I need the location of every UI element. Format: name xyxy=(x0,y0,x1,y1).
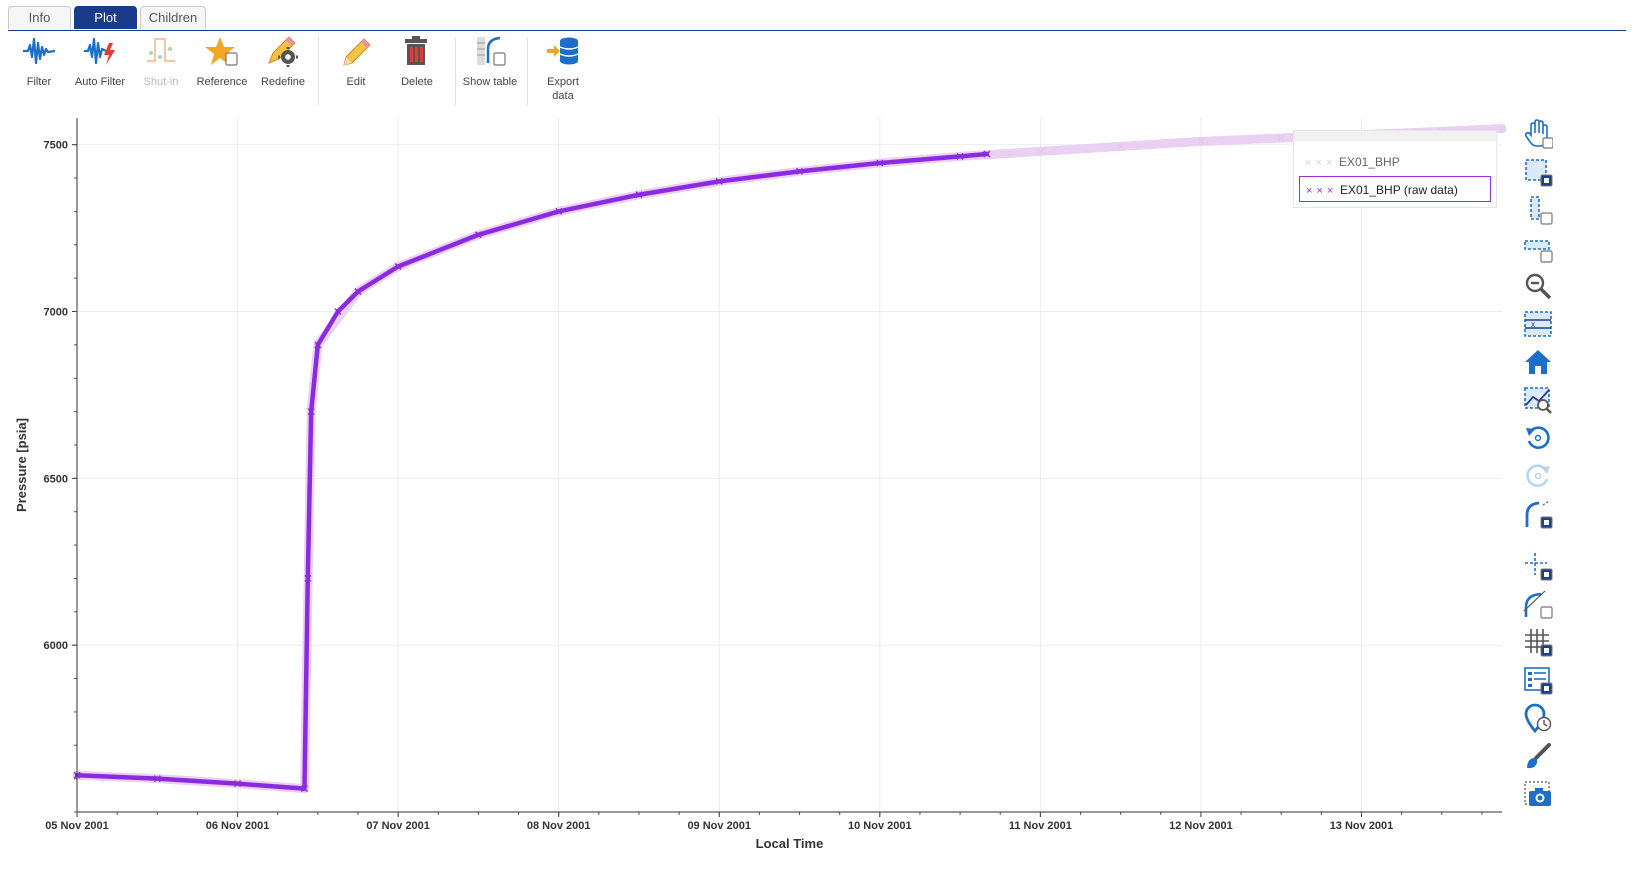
y-tick-label: 7000 xyxy=(44,307,68,319)
zoom-fit-tool-button[interactable] xyxy=(1520,382,1556,416)
series-line xyxy=(74,151,990,791)
shut-in-button[interactable]: Shut-in xyxy=(130,33,192,105)
pressure-chart[interactable]: 05 Nov 2001 06 Nov 2001 07 Nov 2001 08 Nov … xyxy=(0,110,1520,856)
pan-icon xyxy=(1524,119,1553,149)
brush-tool-button[interactable] xyxy=(1520,738,1556,772)
redo-icon xyxy=(1526,464,1550,487)
grid-tool-button[interactable] xyxy=(1520,624,1556,658)
delete-button[interactable]: Delete xyxy=(386,33,448,105)
home-tool-button[interactable] xyxy=(1520,344,1556,378)
brush-icon xyxy=(1527,743,1551,769)
auto-filter-icon xyxy=(84,37,115,65)
home-icon xyxy=(1525,350,1551,374)
toolbar-separator xyxy=(455,37,456,105)
zoom-out-tool-button[interactable] xyxy=(1520,268,1556,302)
trash-icon xyxy=(405,36,427,65)
x-zoom-tool-button[interactable] xyxy=(1520,192,1556,226)
shut-in-icon xyxy=(147,37,175,63)
x-axis-title: Local Time xyxy=(756,836,824,851)
box-zoom-tool-button[interactable] xyxy=(1520,154,1556,188)
tab-info[interactable]: Info xyxy=(8,6,71,29)
curve-select-tool-button[interactable] xyxy=(1520,496,1556,530)
x-tick-label: 07 Nov 2001 xyxy=(366,820,430,832)
tangent-tool-button[interactable] xyxy=(1520,586,1556,620)
pin-clock-icon xyxy=(1524,703,1552,733)
grid-icon xyxy=(1525,629,1553,657)
export-data-button[interactable]: Export data xyxy=(532,33,594,105)
undo-tool-button[interactable] xyxy=(1520,420,1556,454)
x-tick-label: 10 Nov 2001 xyxy=(848,820,912,832)
box-zoom-icon xyxy=(1525,159,1553,187)
toolbar-separator xyxy=(318,37,319,105)
reference-button[interactable]: Reference xyxy=(191,33,253,105)
undo-icon xyxy=(1526,426,1550,449)
legend-header[interactable] xyxy=(1294,131,1496,141)
x-tick-label: 08 Nov 2001 xyxy=(527,820,591,832)
curve-select-icon xyxy=(1525,500,1553,529)
chart-legend: ××× EX01_BHP ××× EX01_BHP (raw data) xyxy=(1293,130,1497,208)
y-tick-label: 7500 xyxy=(44,140,68,152)
zoom-fit-icon xyxy=(1524,387,1552,414)
x-tick-label: 09 Nov 2001 xyxy=(687,820,751,832)
y-tick-label: 6500 xyxy=(44,473,68,485)
pan-tool-button[interactable] xyxy=(1520,116,1556,150)
cross-marker-icon: ××× xyxy=(1305,157,1337,169)
waveform-icon xyxy=(23,37,56,65)
pin-clock-tool-button[interactable] xyxy=(1520,700,1556,734)
pencil-gear-icon xyxy=(268,36,298,67)
zoom-select-tool-button[interactable]: x xyxy=(1520,306,1556,340)
tangent-icon xyxy=(1523,590,1553,619)
show-table-button[interactable]: Show table xyxy=(459,33,521,105)
screenshot-tool-button[interactable] xyxy=(1520,776,1556,810)
series-ex01-bhp-raw xyxy=(73,150,991,793)
chart-grid xyxy=(76,118,1502,812)
crosshair-tool-button[interactable] xyxy=(1520,548,1556,582)
y-axis-title: Pressure [psia] xyxy=(14,418,29,512)
zoom-select-icon: x xyxy=(1524,311,1552,337)
x-tick-label: 12 Nov 2001 xyxy=(1169,820,1233,832)
svg-text:x: x xyxy=(1531,320,1535,329)
y-zoom-icon xyxy=(1524,240,1553,263)
zoom-out-icon xyxy=(1525,273,1552,300)
legend-item-ex01-bhp-raw[interactable]: ××× EX01_BHP (raw data) xyxy=(1299,176,1491,202)
redefine-button[interactable]: Redefine xyxy=(252,33,314,105)
legend-tool-button[interactable] xyxy=(1520,662,1556,696)
x-tick-label: 13 Nov 2001 xyxy=(1330,820,1394,832)
cross-marker-icon: ××× xyxy=(1306,185,1338,197)
y-zoom-tool-button[interactable] xyxy=(1520,230,1556,264)
legend-icon xyxy=(1524,667,1553,695)
series-line xyxy=(72,124,1507,794)
x-zoom-icon xyxy=(1530,196,1553,225)
tab-underline xyxy=(8,30,1626,31)
x-tick-label: 06 Nov 2001 xyxy=(206,820,270,832)
tab-children[interactable]: Children xyxy=(140,6,206,29)
star-icon xyxy=(205,37,238,66)
toolbar-separator xyxy=(527,37,528,105)
table-icon xyxy=(477,36,506,66)
database-export-icon xyxy=(547,37,579,65)
auto-filter-button[interactable]: Auto Filter xyxy=(69,33,131,105)
legend-item-ex01-bhp[interactable]: ××× EX01_BHP xyxy=(1299,149,1491,175)
filter-button[interactable]: Filter xyxy=(8,33,70,105)
pencil-icon xyxy=(343,38,371,66)
y-tick-label: 6000 xyxy=(44,640,68,652)
x-tick-label: 11 Nov 2001 xyxy=(1009,820,1072,832)
tab-bar: Info Plot Children xyxy=(8,6,209,30)
chart-series xyxy=(72,124,1507,794)
tab-plot[interactable]: Plot xyxy=(74,6,137,29)
camera-icon xyxy=(1524,781,1551,806)
series-ex01-bhp xyxy=(72,124,1507,794)
edit-button[interactable]: Edit xyxy=(325,33,387,105)
x-tick-label: 05 Nov 2001 xyxy=(45,820,109,832)
redo-tool-button[interactable] xyxy=(1520,458,1556,492)
crosshair-icon xyxy=(1525,553,1553,581)
